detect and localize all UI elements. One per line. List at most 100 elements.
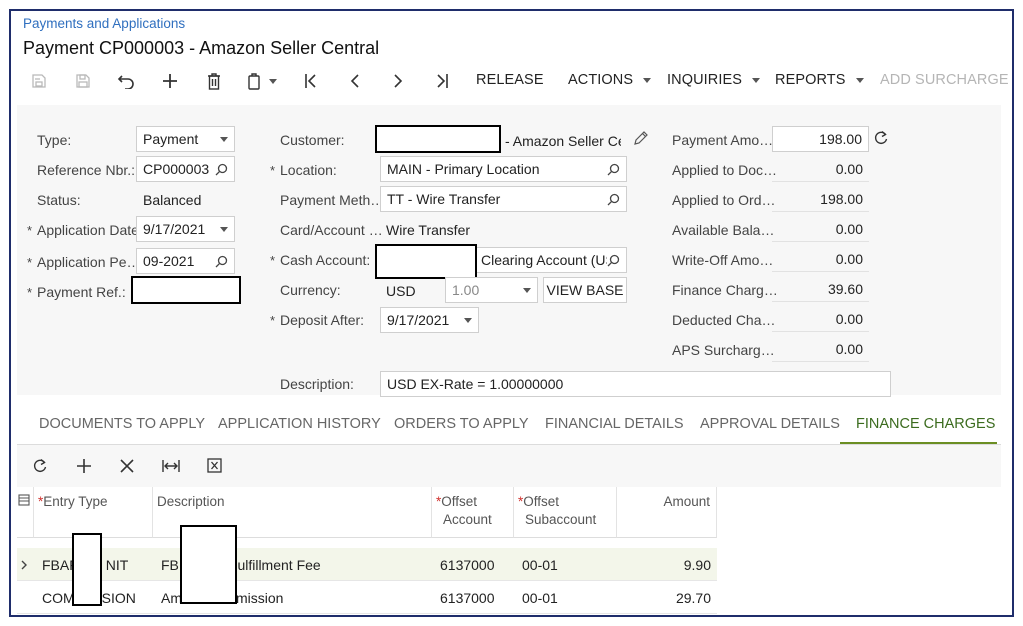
last-record-icon[interactable]	[428, 69, 456, 93]
payment-method-label: Payment Meth…	[280, 192, 385, 208]
applied-to-orders-value: 198.00	[772, 186, 869, 212]
cash-account-id-field[interactable]	[375, 244, 477, 279]
refresh-icon[interactable]	[32, 458, 48, 477]
payment-ref-field[interactable]	[131, 276, 241, 304]
applied-to-documents-value: 0.00	[772, 156, 869, 182]
delete-row-icon[interactable]	[120, 459, 134, 476]
chevron-down-icon	[523, 287, 531, 293]
required-mark: *	[27, 223, 33, 238]
table-row[interactable]: COM SION Am mission 6137000 00-01 29.70	[17, 581, 717, 614]
column-header-entry-type[interactable]: *Entry Type	[34, 487, 153, 538]
application-period-label: Application Pe…	[37, 254, 141, 270]
payment-method-value: TT - Wire Transfer	[387, 191, 501, 207]
payment-form: Type: Payment Reference Nbr.: CP000003 S…	[17, 105, 1001, 397]
offset-subaccount-cell[interactable]: 00-01	[516, 548, 619, 581]
payment-amount-value: 198.00	[819, 131, 862, 147]
chevron-down-icon	[643, 77, 652, 83]
tab-finance-charges[interactable]: FINANCE CHARGES	[856, 416, 995, 432]
add-row-icon[interactable]	[76, 458, 92, 477]
breadcrumb[interactable]: Payments and Applications	[23, 16, 185, 31]
location-label: Location:	[280, 162, 337, 178]
tab-financial-details[interactable]: FINANCIAL DETAILS	[545, 416, 684, 432]
customer-label: Customer:	[280, 132, 345, 148]
currency-label: Currency:	[280, 282, 341, 298]
next-record-icon[interactable]	[384, 69, 412, 93]
deposit-after-field[interactable]: 9/17/2021	[380, 307, 479, 333]
row-expand-chevron-icon[interactable]	[17, 548, 34, 581]
save-icon[interactable]	[69, 69, 97, 93]
application-date-label: Application Date:	[37, 222, 143, 238]
tab-application-history[interactable]: APPLICATION HISTORY	[218, 416, 381, 432]
type-select[interactable]: Payment	[136, 126, 235, 152]
previous-record-icon[interactable]	[341, 69, 369, 93]
release-button[interactable]: RELEASE	[476, 72, 544, 88]
search-icon	[215, 163, 228, 175]
offset-account-header-line1: Offset	[441, 494, 478, 509]
description-part-a: FB	[161, 556, 179, 573]
amount-cell[interactable]: 29.70	[619, 581, 717, 614]
tab-approval-details[interactable]: APPROVAL DETAILS	[700, 416, 840, 432]
tab-orders-to-apply[interactable]: ORDERS TO APPLY	[394, 416, 529, 432]
application-period-field[interactable]: 09-2021	[136, 248, 235, 274]
entry-type-part-b: NIT	[105, 556, 129, 573]
column-header-offset-subaccount[interactable]: *Offset Subaccount	[514, 487, 617, 538]
fit-columns-icon[interactable]	[162, 458, 180, 477]
edit-pencil-icon[interactable]	[633, 131, 648, 149]
payment-amount-field[interactable]: 198.00	[772, 126, 869, 152]
tab-documents-to-apply[interactable]: DOCUMENTS TO APPLY	[39, 416, 205, 432]
status-label: Status:	[37, 192, 81, 208]
reference-nbr-field[interactable]: CP000003	[136, 156, 235, 182]
view-base-button[interactable]: VIEW BASE	[543, 277, 627, 303]
save-close-icon[interactable]	[25, 69, 53, 93]
payment-method-field[interactable]: TT - Wire Transfer	[380, 186, 627, 212]
application-date-field[interactable]: 9/17/2021	[136, 216, 235, 242]
offset-account-cell[interactable]: 6137000	[434, 548, 516, 581]
chevron-down-icon	[220, 226, 228, 232]
first-record-icon[interactable]	[297, 69, 325, 93]
search-icon	[215, 255, 228, 267]
description-field[interactable]: USD EX-Rate = 1.00000000	[380, 371, 891, 397]
column-header-amount[interactable]: Amount	[617, 487, 717, 538]
inquiries-label: INQUIRIES	[667, 72, 743, 88]
delete-icon[interactable]	[200, 69, 228, 93]
copy-paste-icon[interactable]	[244, 69, 280, 93]
required-mark: *	[27, 285, 33, 300]
add-icon[interactable]	[156, 69, 184, 93]
offset-sub-header-line1: Offset	[523, 494, 560, 509]
actions-menu[interactable]: ACTIONS	[568, 72, 652, 88]
customer-id-field[interactable]	[375, 125, 501, 153]
chevron-down-icon	[752, 77, 761, 83]
refresh-icon[interactable]	[873, 130, 889, 149]
search-icon	[607, 163, 620, 175]
excel-export-icon[interactable]	[207, 458, 222, 476]
currency-rate-value: 1.00	[452, 282, 480, 298]
status-value: Balanced	[143, 192, 202, 208]
chevron-down-icon	[269, 78, 277, 84]
card-account-label: Card/Account …	[280, 222, 383, 238]
actions-label: ACTIONS	[568, 72, 634, 88]
amount-cell[interactable]: 9.90	[619, 548, 717, 581]
deposit-after-label: Deposit After:	[280, 312, 365, 328]
location-field[interactable]: MAIN - Primary Location	[380, 156, 627, 182]
inquiries-menu[interactable]: INQUIRIES	[667, 72, 761, 88]
row-selector-header[interactable]	[17, 487, 34, 538]
offset-account-cell[interactable]: 6137000	[434, 581, 516, 614]
required-mark: *	[27, 255, 33, 270]
reports-label: REPORTS	[775, 72, 846, 88]
undo-icon[interactable]	[112, 69, 140, 93]
offset-subaccount-cell[interactable]: 00-01	[516, 581, 619, 614]
add-surcharge-button[interactable]: ADD SURCHARGE	[880, 72, 1009, 88]
column-header-offset-account[interactable]: *Offset Account	[432, 487, 514, 538]
aps-surcharge-value: 0.00	[772, 336, 869, 362]
amount-label: Applied to Doc…	[672, 162, 778, 178]
customer-value[interactable]: - Amazon Seller Cent	[505, 133, 621, 149]
description-label: Description:	[280, 376, 354, 392]
settings-icon	[18, 494, 30, 506]
amount-label: APS Surcharg…	[672, 342, 775, 358]
currency-rate-select[interactable]: 1.00	[445, 277, 538, 303]
reports-menu[interactable]: REPORTS	[775, 72, 864, 88]
search-icon	[607, 254, 620, 266]
card-account-value: Wire Transfer	[386, 222, 471, 238]
location-value: MAIN - Primary Location	[387, 161, 540, 177]
table-row[interactable]: FBAF NIT FB Fulfillment Fee 6137000 00-0…	[17, 548, 717, 581]
